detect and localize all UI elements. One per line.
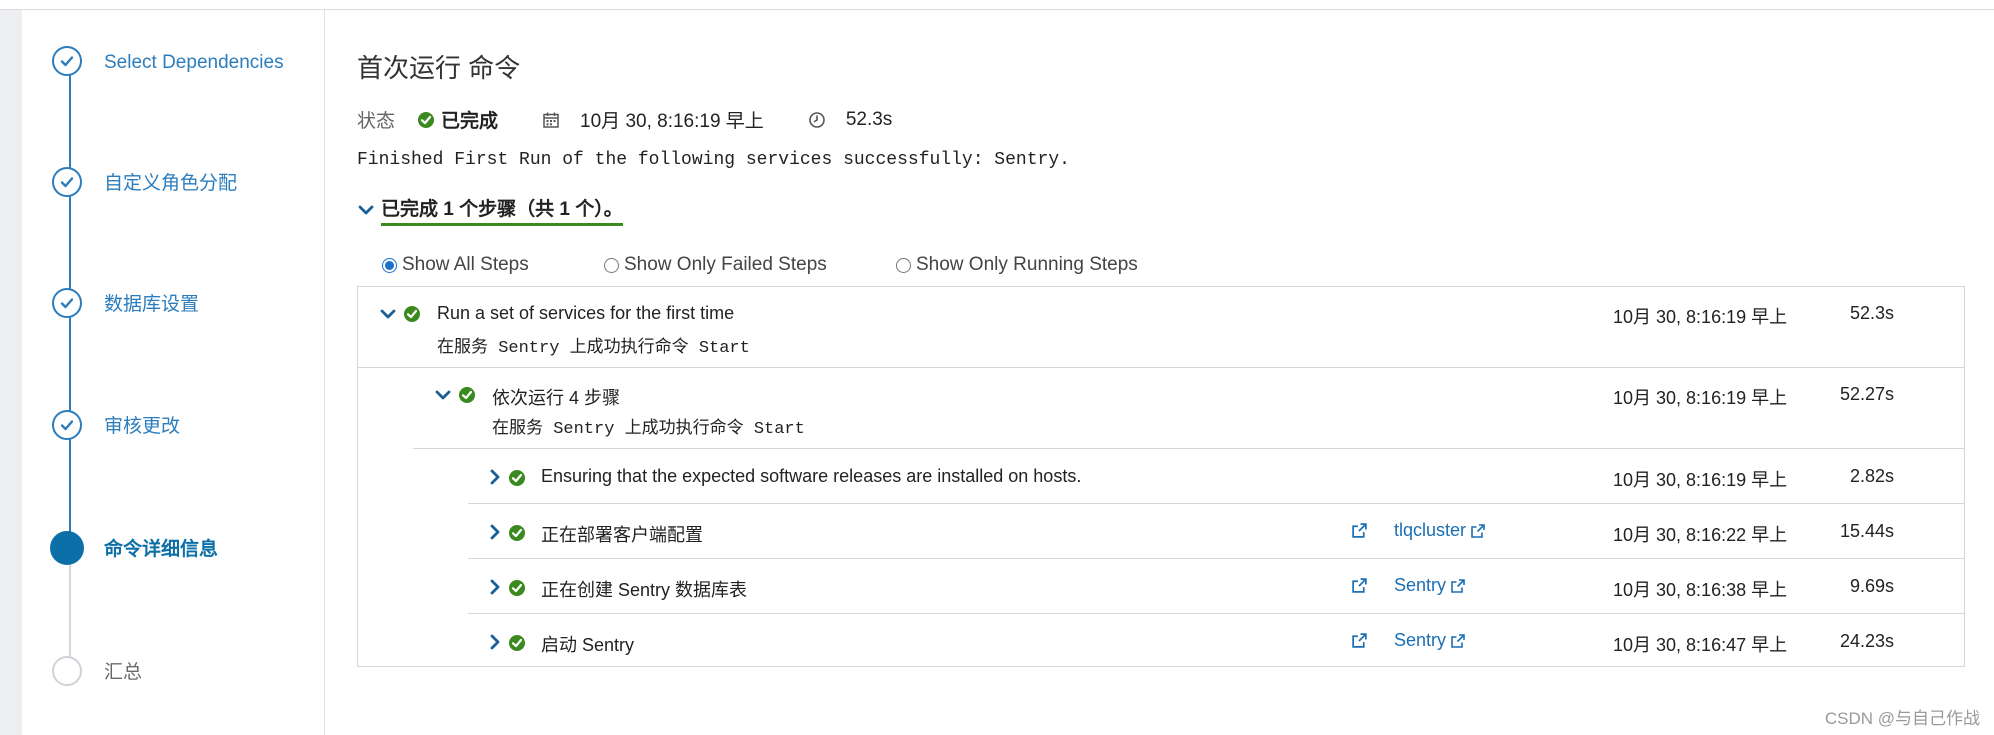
check-circle-icon — [52, 288, 82, 318]
steps-summary-text: 已完成 1 个步骤（共 1 个）。 — [381, 194, 623, 226]
step-time: 10月 30, 8:16:47 早上 — [1613, 635, 1788, 655]
external-link-icon[interactable] — [1351, 577, 1368, 594]
step-duration: 15.44s — [1839, 521, 1894, 541]
external-link-icon — [1451, 578, 1465, 593]
wizard-step-label: 数据库设置 — [104, 294, 200, 315]
check-circle-icon — [52, 46, 82, 76]
table-row: Run a set of services for the first time… — [358, 287, 1964, 367]
step-title: 依次运行 4 步骤 — [492, 388, 621, 408]
cluster-link[interactable]: tlqcluster — [1394, 520, 1486, 541]
clock-icon — [809, 111, 825, 128]
step-title: Run a set of services for the first time — [437, 303, 735, 323]
success-check-icon — [509, 580, 525, 596]
step-duration: 2.82s — [1849, 466, 1894, 486]
step-duration: 52.3s — [1849, 303, 1894, 323]
chevron-right-icon[interactable] — [486, 578, 504, 596]
wizard-step-label: Select Dependencies — [104, 52, 284, 73]
chevron-right-icon[interactable] — [486, 633, 504, 651]
radio-button[interactable] — [382, 257, 397, 273]
table-row: Ensuring that the expected software rele… — [358, 449, 1964, 503]
success-check-icon — [509, 635, 525, 651]
external-link-icon — [1471, 523, 1485, 538]
step-subtitle: 在服务 Sentry 上成功执行命令 Start — [492, 420, 805, 439]
duration: 52.3s — [845, 108, 893, 130]
external-link-icon — [1451, 633, 1465, 648]
step-filter-group: Show All Steps Show Only Failed Steps Sh… — [382, 254, 1138, 276]
left-rail — [0, 10, 23, 735]
filter-all-steps[interactable]: Show All Steps — [382, 254, 604, 276]
result-message: Finished First Run of the following serv… — [357, 150, 1070, 170]
wizard-step-label: 审核更改 — [104, 416, 181, 437]
step-time: 10月 30, 8:16:19 早上 — [1613, 388, 1788, 408]
check-circle-icon — [52, 167, 82, 197]
link-label: tlqcluster — [1394, 520, 1467, 540]
filter-label: Show Only Running Steps — [916, 254, 1138, 275]
success-check-icon — [418, 111, 435, 128]
chevron-down-icon — [358, 205, 374, 215]
step-title: 启动 Sentry — [541, 635, 635, 655]
step-time: 10月 30, 8:16:19 早上 — [1613, 307, 1788, 327]
step-duration: 9.69s — [1849, 576, 1894, 596]
link-label: Sentry — [1394, 575, 1447, 595]
wizard-step-label: 汇总 — [104, 662, 143, 683]
step-duration: 24.23s — [1839, 631, 1894, 651]
filter-label: Show Only Failed Steps — [624, 254, 827, 275]
service-link[interactable]: Sentry — [1394, 630, 1466, 651]
start-time: 10月 30, 8:16:19 早上 — [580, 111, 764, 132]
chevron-down-icon[interactable] — [434, 386, 452, 404]
link-label: Sentry — [1394, 630, 1447, 650]
success-check-icon — [509, 470, 525, 486]
step-time: 10月 30, 8:16:19 早上 — [1613, 470, 1788, 490]
calendar-icon — [543, 112, 559, 128]
table-row: 正在部署客户端配置 tlqcluster 10月 30, 8:16:22 早上 … — [358, 504, 1964, 558]
success-check-icon — [459, 387, 475, 403]
table-row: 启动 Sentry Sentry 10月 30, 8:16:47 早上 24.2… — [358, 614, 1964, 668]
step-title: 正在部署客户端配置 — [541, 525, 703, 545]
wizard-sidebar: Select Dependencies 自定义角色分配 数据库设置 审核更改 命… — [22, 10, 325, 735]
chevron-right-icon[interactable] — [486, 523, 504, 541]
service-link[interactable]: Sentry — [1394, 575, 1466, 596]
status-label: 状态 — [357, 111, 396, 132]
wizard-step-label: 命令详细信息 — [104, 539, 219, 560]
filter-label: Show All Steps — [402, 254, 529, 275]
table-row: 依次运行 4 步骤 在服务 Sentry 上成功执行命令 Start 10月 3… — [358, 368, 1964, 448]
step-title: Ensuring that the expected software rele… — [541, 466, 1082, 486]
success-check-icon — [404, 306, 420, 322]
pending-step-circle-icon — [52, 656, 82, 686]
filter-running-steps[interactable]: Show Only Running Steps — [896, 254, 1138, 276]
step-title: 正在创建 Sentry 数据库表 — [541, 580, 748, 600]
steps-summary-toggle[interactable]: 已完成 1 个步骤（共 1 个）。 — [357, 194, 623, 226]
external-link-icon[interactable] — [1351, 522, 1368, 539]
wizard-step-label: 自定义角色分配 — [104, 173, 238, 194]
step-duration: 52.27s — [1839, 384, 1894, 404]
table-row: 正在创建 Sentry 数据库表 Sentry 10月 30, 8:16:38 … — [358, 559, 1964, 613]
success-check-icon — [509, 525, 525, 541]
chevron-down-icon[interactable] — [379, 305, 397, 323]
radio-button[interactable] — [604, 257, 619, 273]
top-border — [0, 0, 1994, 10]
current-step-dot-icon — [50, 531, 84, 565]
radio-button[interactable] — [896, 257, 911, 273]
filter-failed-steps[interactable]: Show Only Failed Steps — [604, 254, 896, 276]
external-link-icon[interactable] — [1351, 632, 1368, 649]
check-circle-icon — [52, 410, 82, 440]
step-time: 10月 30, 8:16:38 早上 — [1613, 580, 1788, 600]
watermark: CSDN @与自己作战 — [1824, 709, 1980, 728]
steps-table: Run a set of services for the first time… — [357, 286, 1965, 667]
step-time: 10月 30, 8:16:22 早上 — [1613, 525, 1788, 545]
step-subtitle: 在服务 Sentry 上成功执行命令 Start — [437, 339, 750, 358]
status-row: 状态 已完成 10月 30, 8:16:19 早上 52.3s — [357, 106, 892, 133]
page-title: 首次运行 命令 — [357, 53, 521, 83]
chevron-right-icon[interactable] — [486, 468, 504, 486]
status-value: 已完成 — [441, 111, 499, 132]
